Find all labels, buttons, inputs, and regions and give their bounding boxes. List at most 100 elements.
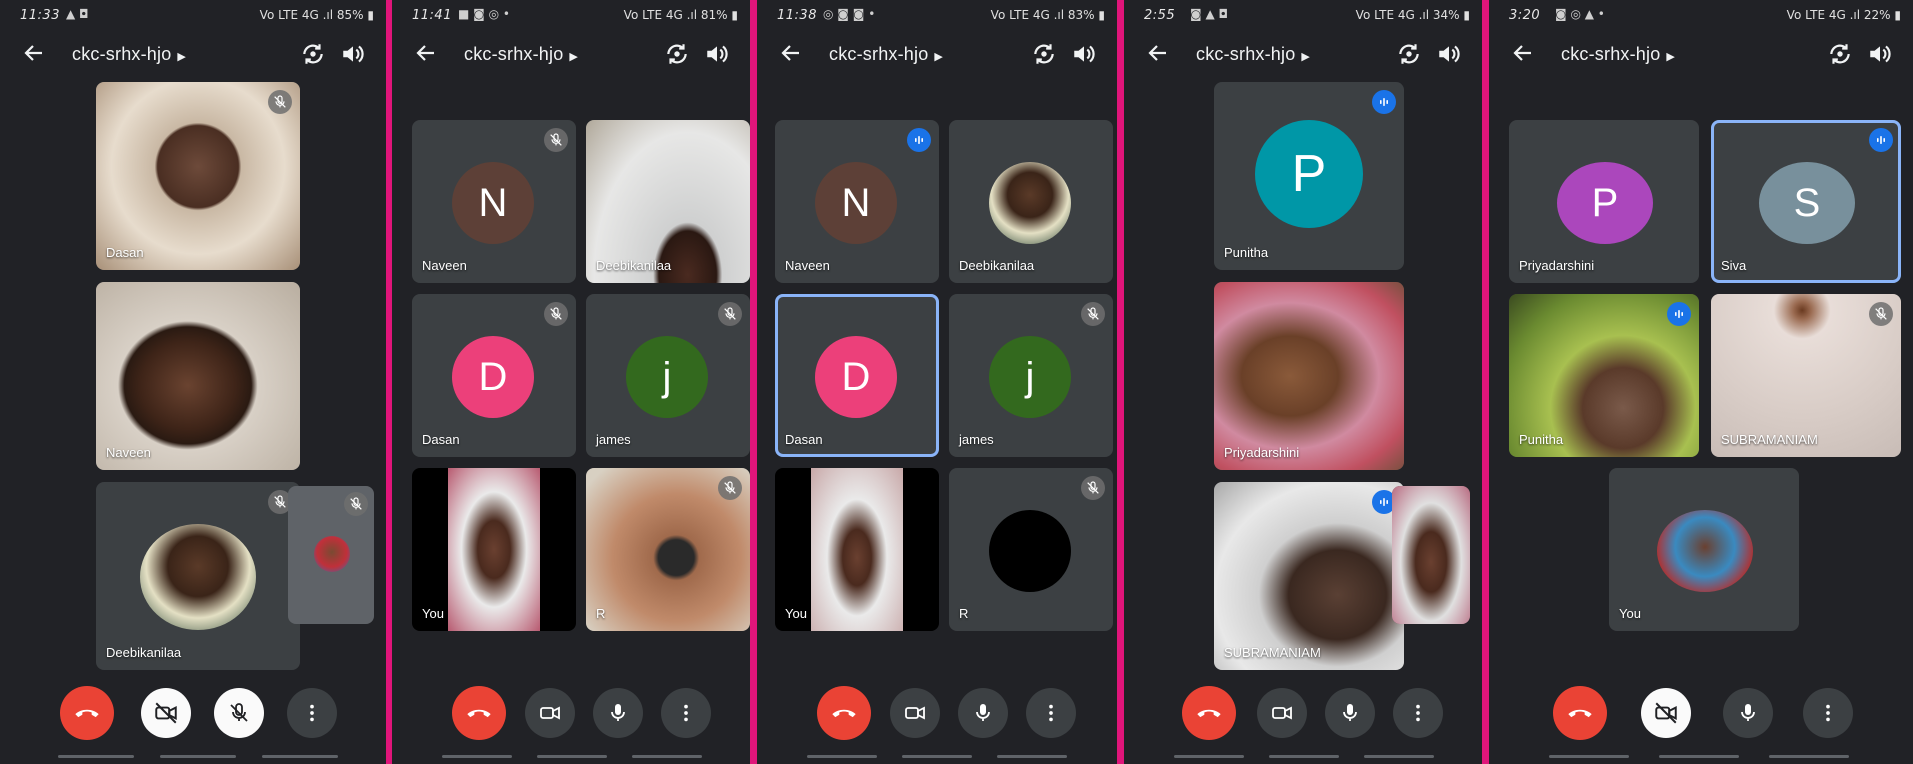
switch-camera-icon[interactable]: [664, 41, 690, 67]
end-call-button[interactable]: [60, 686, 114, 740]
avatar-initial: S: [1793, 180, 1821, 225]
switch-camera-icon[interactable]: [1827, 41, 1853, 67]
meeting-title[interactable]: ckc-srhx-hjo ▶: [829, 44, 943, 65]
participant-avatar: D: [452, 336, 534, 418]
participant-tile-pinned[interactable]: S Siva: [1711, 120, 1901, 283]
screen-1: 11:33 ▲ ◘ Vo LTE 4G .ıl 85% ▮ ckc-srhx-h…: [0, 0, 386, 764]
camera-toggle-button[interactable]: [1257, 688, 1307, 738]
camera-off-icon: [1653, 700, 1679, 726]
status-time: 3:20: [1509, 8, 1541, 23]
camera-toggle-button[interactable]: [525, 688, 575, 738]
mic-toggle-button[interactable]: [214, 688, 264, 738]
status-indicators: ◎ ◙ ◙ •: [823, 7, 876, 21]
mic-toggle-button[interactable]: [1325, 688, 1375, 738]
participant-tile[interactable]: N Naveen: [775, 120, 939, 283]
more-options-button[interactable]: [1393, 688, 1443, 738]
nav-bar: [58, 755, 134, 758]
mic-off-icon: [1869, 302, 1893, 326]
self-view-tile[interactable]: You: [1609, 468, 1799, 631]
camera-icon: [538, 701, 562, 725]
speaker-icon[interactable]: [704, 41, 730, 67]
participant-tile[interactable]: j james: [949, 294, 1113, 457]
end-call-button[interactable]: [452, 686, 506, 740]
mic-toggle-button[interactable]: [1723, 688, 1773, 738]
participant-tile[interactable]: D Dasan: [412, 294, 576, 457]
participant-tile[interactable]: Deebikanilaa: [586, 120, 750, 283]
call-controls: [1489, 686, 1913, 740]
participant-avatar: j: [989, 336, 1071, 418]
speaker-icon[interactable]: [1436, 41, 1462, 67]
participant-name: Priyadarshini: [1519, 258, 1595, 273]
participant-tile[interactable]: P Priyadarshini: [1509, 120, 1699, 283]
switch-camera-icon[interactable]: [1396, 41, 1422, 67]
self-view-tile[interactable]: You: [412, 468, 576, 631]
caret-right-icon: ▶: [934, 51, 944, 63]
self-view-tile[interactable]: [1392, 486, 1470, 624]
self-view-tile[interactable]: [288, 486, 374, 624]
participant-tile-pinned[interactable]: D Dasan: [775, 294, 939, 457]
switch-camera-icon[interactable]: [1031, 41, 1057, 67]
self-view-tile[interactable]: You: [775, 468, 939, 631]
mic-toggle-button[interactable]: [958, 688, 1008, 738]
participant-avatar: D: [815, 336, 897, 418]
mic-off-icon: [718, 302, 742, 326]
participant-tile[interactable]: Dasan: [96, 82, 300, 270]
caret-right-icon: ▶: [1666, 51, 1676, 63]
participant-tile[interactable]: Deebikanilaa: [96, 482, 300, 670]
avatar-initial: j: [1025, 354, 1035, 399]
avatar-initial: P: [1291, 145, 1327, 203]
participant-tile[interactable]: Punitha: [1509, 294, 1699, 457]
camera-toggle-button[interactable]: [1641, 688, 1691, 738]
arrow-left-icon[interactable]: [1146, 41, 1170, 65]
speaker-icon[interactable]: [1071, 41, 1097, 67]
meeting-code: ckc-srhx-hjo: [1561, 44, 1661, 64]
end-call-button[interactable]: [1553, 686, 1607, 740]
status-bar: 2:55 ◙ ▲ ◘ Vo LTE 4G .ıl 34% ▮: [1124, 6, 1482, 28]
mic-off-icon: [1081, 302, 1105, 326]
arrow-left-icon[interactable]: [22, 41, 46, 65]
more-options-button[interactable]: [287, 688, 337, 738]
arrow-left-icon[interactable]: [779, 41, 803, 65]
arrow-left-icon[interactable]: [1511, 41, 1535, 65]
participant-tile[interactable]: R: [586, 468, 750, 631]
end-call-button[interactable]: [1182, 686, 1236, 740]
speaker-icon[interactable]: [340, 41, 366, 67]
mic-toggle-button[interactable]: [593, 688, 643, 738]
arrow-left-icon[interactable]: [414, 41, 438, 65]
more-options-button[interactable]: [1803, 688, 1853, 738]
status-bar: 3:20 ◙ ◎ ▲ • Vo LTE 4G .ıl 22% ▮: [1489, 6, 1913, 28]
participant-video: [1214, 282, 1404, 470]
mic-off-icon: [544, 302, 568, 326]
switch-camera-icon[interactable]: [300, 41, 326, 67]
more-options-button[interactable]: [661, 688, 711, 738]
meeting-code: ckc-srhx-hjo: [464, 44, 564, 64]
meeting-title[interactable]: ckc-srhx-hjo ▶: [464, 44, 578, 65]
participant-tile[interactable]: P Punitha: [1214, 82, 1404, 270]
camera-toggle-button[interactable]: [141, 688, 191, 738]
meeting-title[interactable]: ckc-srhx-hjo ▶: [72, 44, 186, 65]
self-video: [811, 468, 903, 631]
mic-icon: [1338, 701, 1362, 725]
speaker-icon[interactable]: [1867, 41, 1893, 67]
more-options-button[interactable]: [1026, 688, 1076, 738]
status-indicators: ◙ ◎ ▲ •: [1555, 7, 1605, 21]
participant-tile[interactable]: j james: [586, 294, 750, 457]
avatar-initial: P: [1591, 180, 1619, 225]
meeting-title[interactable]: ckc-srhx-hjo ▶: [1196, 44, 1310, 65]
nav-bar: [537, 755, 607, 758]
participant-tile[interactable]: Deebikanilaa: [949, 120, 1113, 283]
participant-tile[interactable]: Naveen: [96, 282, 300, 470]
participant-tile[interactable]: N Naveen: [412, 120, 576, 283]
end-call-button[interactable]: [817, 686, 871, 740]
status-time: 11:38: [777, 8, 817, 23]
participant-tile[interactable]: SUBRAMANIAM: [1214, 482, 1404, 670]
mic-off-icon: [227, 701, 251, 725]
camera-toggle-button[interactable]: [890, 688, 940, 738]
more-vert-icon: [301, 702, 323, 724]
participant-tile[interactable]: SUBRAMANIAM: [1711, 294, 1901, 457]
participant-name: Siva: [1721, 258, 1747, 273]
meeting-title[interactable]: ckc-srhx-hjo ▶: [1561, 44, 1675, 65]
status-time: 2:55: [1144, 8, 1176, 23]
participant-tile[interactable]: R: [949, 468, 1113, 631]
participant-tile[interactable]: Priyadarshini: [1214, 282, 1404, 470]
